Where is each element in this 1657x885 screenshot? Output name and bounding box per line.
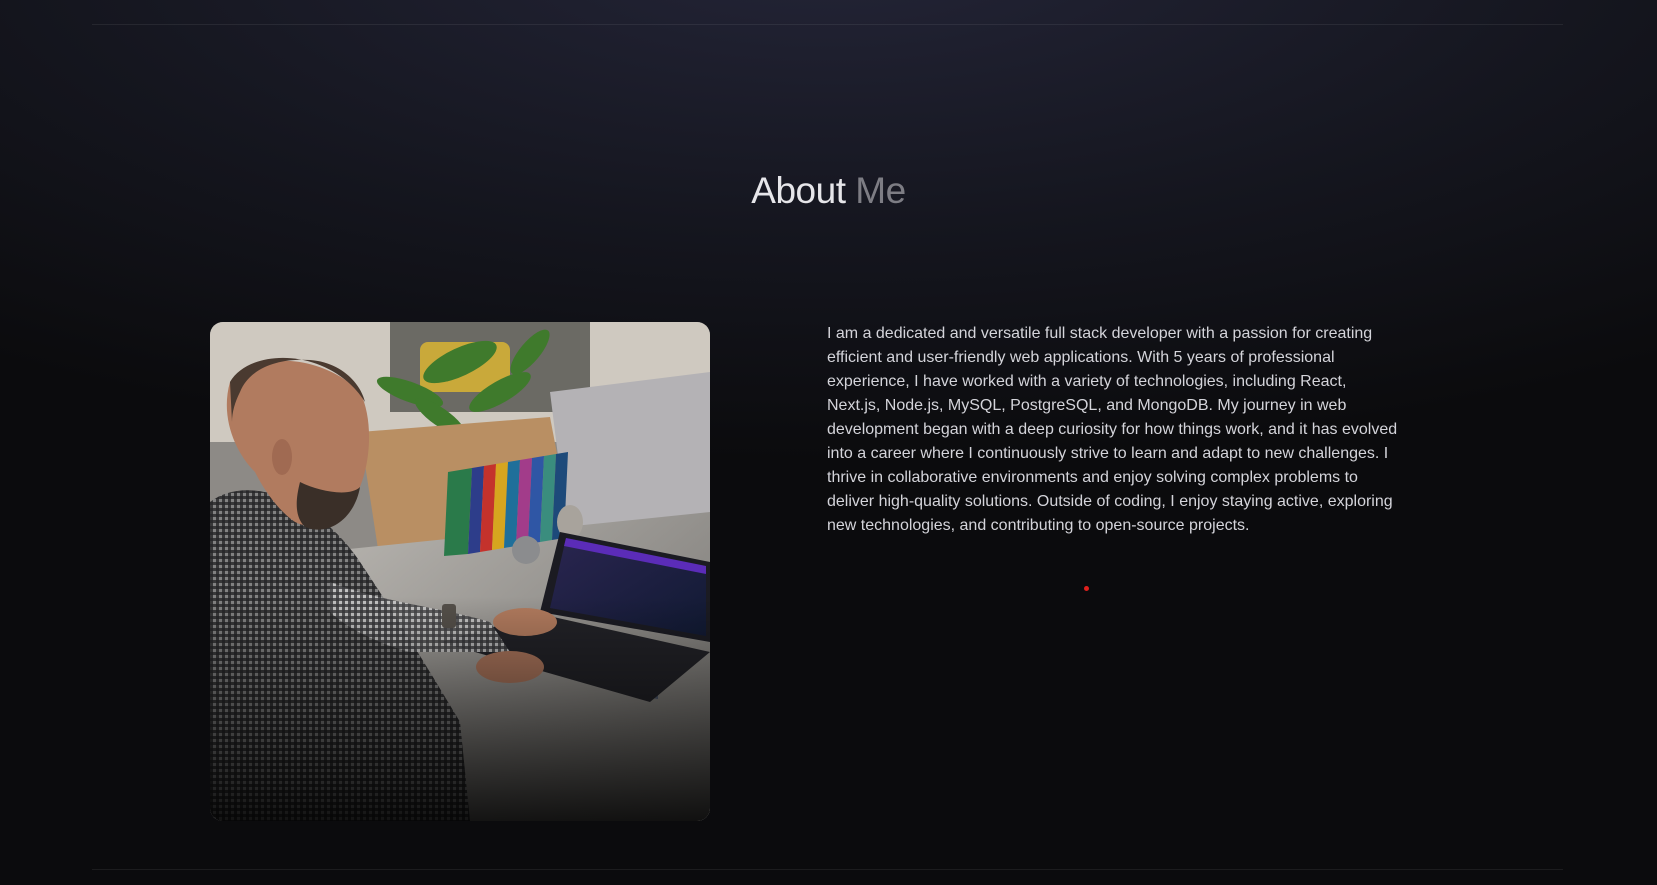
- photo-illustration: [210, 322, 710, 821]
- section-title: About Me: [0, 166, 1657, 216]
- title-accent: Me: [855, 170, 906, 211]
- cursor-indicator: [1084, 586, 1089, 591]
- bio-text: I am a dedicated and versatile full stac…: [827, 325, 1398, 534]
- bottom-divider: [92, 869, 1563, 870]
- title-main: About: [751, 170, 846, 211]
- top-divider: [92, 24, 1563, 25]
- profile-photo: [210, 322, 710, 821]
